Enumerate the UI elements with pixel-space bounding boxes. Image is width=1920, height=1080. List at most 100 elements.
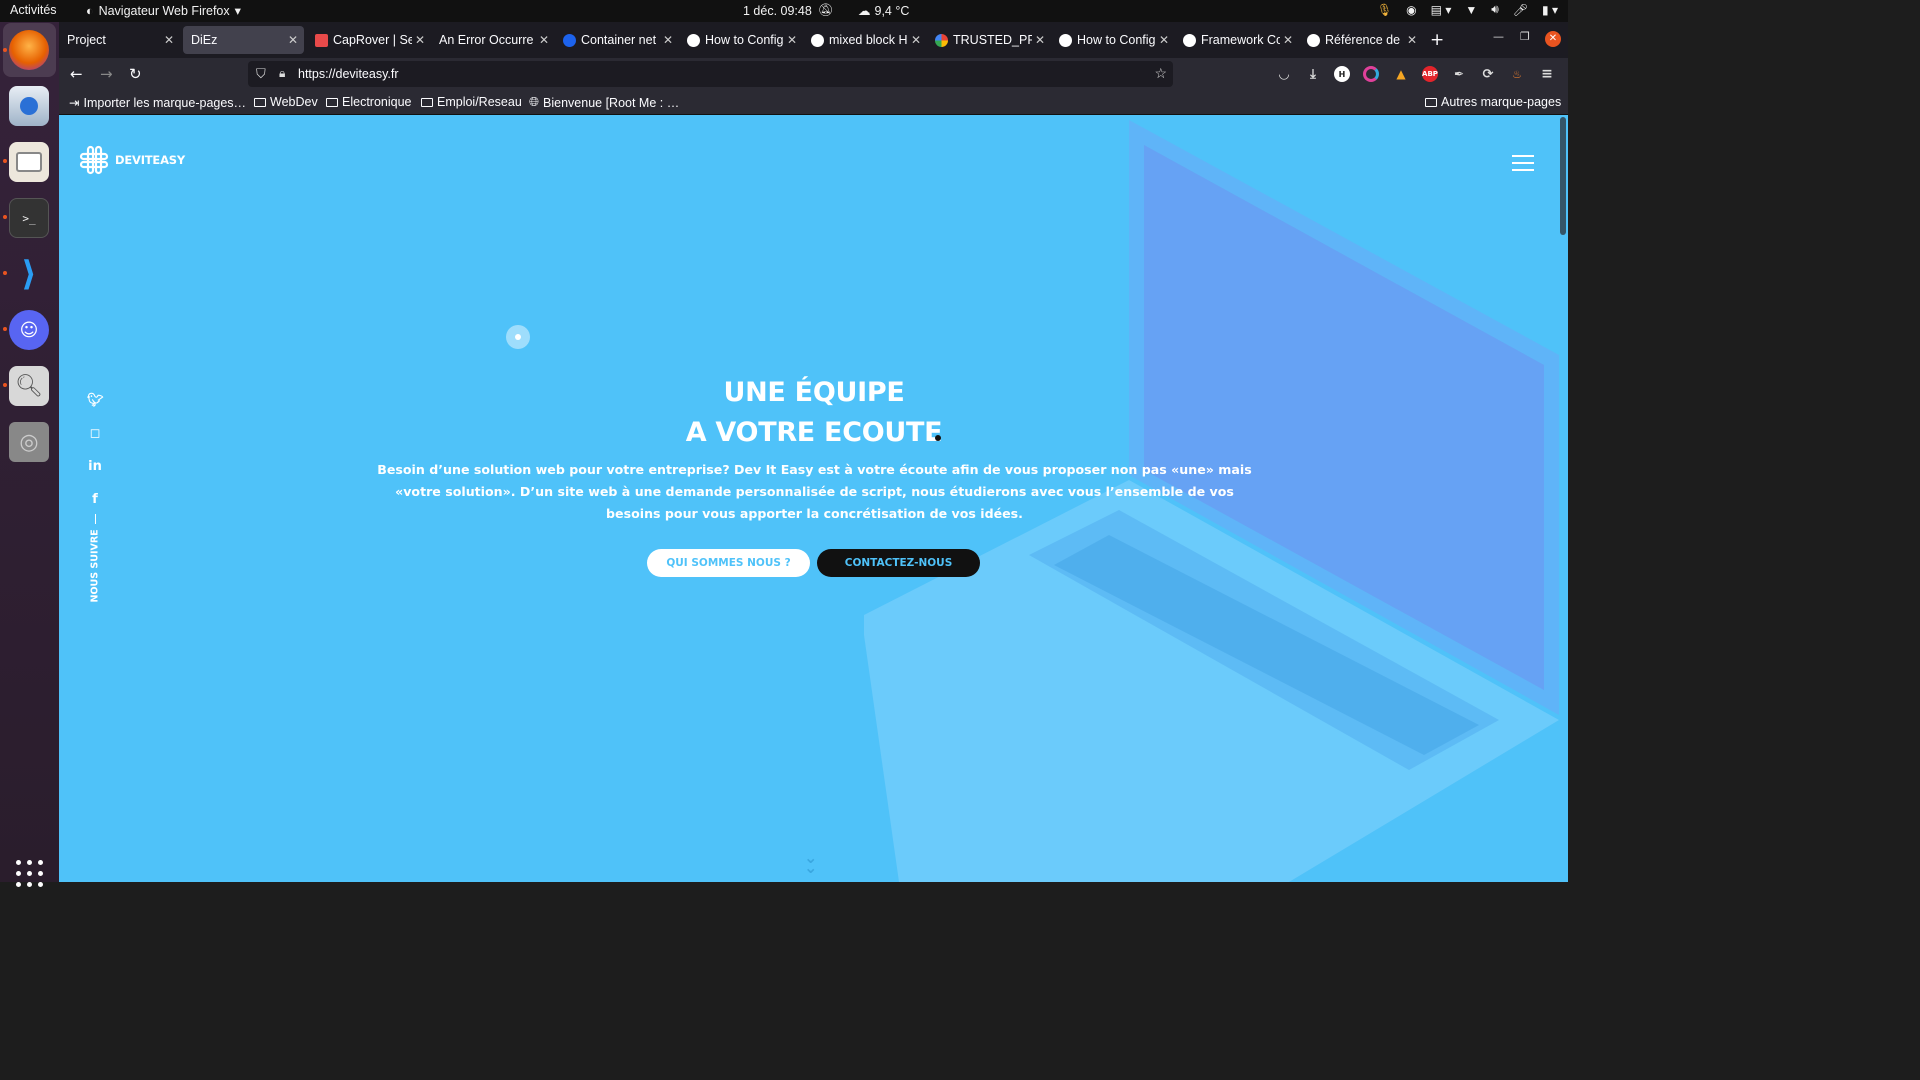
discord-tray-icon[interactable]: ◉ <box>1406 3 1416 17</box>
clipboard-icon[interactable]: ▤ ▾ <box>1431 3 1452 17</box>
discord-icon[interactable]: ☺ <box>9 310 49 350</box>
bookmark-label: Bienvenue [Root Me : … <box>543 95 680 110</box>
close-tab-icon[interactable]: ✕ <box>1283 33 1293 47</box>
files-icon[interactable] <box>9 142 49 182</box>
firefox-icon[interactable] <box>9 30 49 70</box>
hamburger-menu-icon[interactable] <box>1512 155 1534 176</box>
tracking-shield-icon[interactable]: ⛉ <box>256 66 266 82</box>
docker-icon <box>563 33 576 47</box>
system-tray[interactable]: 🎙︎ ◉ ▤ ▾ ▼ 🔊︎ 🎤︎ ▮ ▾ <box>1377 2 1558 17</box>
tab[interactable]: TRUSTED_PRO✕ <box>927 26 1051 54</box>
bookmark-other-folder[interactable]: Autres marque-pages <box>1425 95 1561 109</box>
reload-button[interactable]: ↻ <box>129 65 142 83</box>
forward-button[interactable]: → <box>100 65 113 83</box>
instagram-icon[interactable]: ◻ <box>87 426 103 459</box>
scroll-down-chevron-icon[interactable]: ⌄ ⌄ <box>804 850 817 876</box>
download-icon[interactable]: ⤓ <box>1305 66 1321 82</box>
terminal-icon[interactable]: >_ <box>9 198 49 238</box>
system-top-bar: Activités ◐ Navigateur Web Firefox ▾ 1 d… <box>0 0 1568 22</box>
tab[interactable]: How to Config ✕ <box>679 26 803 54</box>
tab[interactable]: Framework Co ✕ <box>1175 26 1299 54</box>
tab-title: How to Config <box>705 33 784 47</box>
page-scrollbar[interactable] <box>1560 117 1566 235</box>
maximize-button[interactable]: ❐ <box>1520 30 1530 43</box>
close-tab-icon[interactable]: ✕ <box>539 33 549 47</box>
running-indicator <box>3 271 7 275</box>
tab[interactable]: An Error Occurre ✕ <box>431 26 555 54</box>
url-bar[interactable]: ⛉ 🔒︎ https://deviteasy.fr ☆ <box>248 61 1173 87</box>
symfony-icon <box>1059 33 1072 47</box>
close-tab-icon[interactable]: ✕ <box>288 33 298 47</box>
tab[interactable]: CapRover | Se ✕ <box>307 26 431 54</box>
google-icon <box>935 33 948 47</box>
app-menu[interactable]: ◐ Navigateur Web Firefox ▾ <box>86 3 241 19</box>
sync-icon[interactable]: ⟳ <box>1480 66 1496 82</box>
running-indicator <box>3 215 7 219</box>
close-tab-icon[interactable]: ✕ <box>663 33 673 47</box>
bookmark-rootme[interactable]: 🌐︎ Bienvenue [Root Me : … <box>529 95 679 110</box>
bookmark-folder-emploi[interactable]: Emploi/Reseau <box>421 95 522 109</box>
lock-icon[interactable]: 🔒︎ <box>279 66 285 81</box>
extension-lamp-icon[interactable]: ▲ <box>1393 66 1409 82</box>
software-center-icon[interactable] <box>9 86 49 126</box>
twitter-icon[interactable]: 🐦︎ <box>87 393 104 426</box>
new-tab-button[interactable]: + <box>1430 30 1444 50</box>
image-viewer-icon[interactable]: 🔍︎ <box>9 366 49 406</box>
close-tab-icon[interactable]: ✕ <box>164 33 174 47</box>
tab[interactable]: Référence de ✕ <box>1299 26 1423 54</box>
weather[interactable]: ☁︎ 9,4 °C <box>858 3 909 19</box>
minimize-button[interactable]: — <box>1493 30 1504 43</box>
pocket-icon[interactable]: ◡ <box>1276 66 1292 82</box>
url-text[interactable]: https://deviteasy.fr <box>298 67 399 81</box>
extension-color-icon[interactable] <box>1363 66 1379 82</box>
back-button[interactable]: ← <box>70 65 83 83</box>
bookmark-folder-webdev[interactable]: WebDev <box>254 95 318 109</box>
bookmark-star-icon[interactable]: ☆ <box>1154 65 1167 82</box>
tab-title: mixed block H <box>829 33 908 47</box>
adblock-icon[interactable]: ABP <box>1422 66 1438 82</box>
tab[interactable]: mixed block H ✕ <box>803 26 927 54</box>
disk-icon[interactable]: ◎ <box>9 422 49 462</box>
bookmark-label: WebDev <box>270 95 318 109</box>
close-tab-icon[interactable]: ✕ <box>1407 33 1417 47</box>
vscode-icon[interactable]: ⟩ <box>9 254 49 294</box>
clock[interactable]: 1 déc. 09:48 🔕︎ <box>743 3 834 18</box>
bookmark-label: Emploi/Reseau <box>437 95 522 109</box>
show-applications-icon[interactable] <box>16 860 43 887</box>
close-tab-icon[interactable]: ✕ <box>911 33 921 47</box>
close-tab-icon[interactable]: ✕ <box>787 33 797 47</box>
tab-title: CapRover | Se <box>333 33 412 47</box>
menu-icon[interactable]: ≡ <box>1539 66 1555 82</box>
microphone-icon[interactable]: 🎙︎ <box>1377 3 1392 17</box>
close-tab-icon[interactable]: ✕ <box>415 33 425 47</box>
site-logo[interactable]: DEVITEASY <box>79 145 185 175</box>
tab[interactable]: Container net ✕ <box>555 26 679 54</box>
extension-orange-icon[interactable]: ♨ <box>1509 66 1525 82</box>
bookmark-import[interactable]: ⇥ Importer les marque-pages… <box>69 95 246 111</box>
hero-paragraph: Besoin d’une solution web pour votre ent… <box>377 462 1252 521</box>
contact-button[interactable]: CONTACTEZ-NOUS <box>817 549 980 577</box>
close-tab-icon[interactable]: ✕ <box>1159 33 1169 47</box>
tab[interactable]: Project ✕ <box>59 26 180 54</box>
github-icon <box>811 33 824 47</box>
hero-title-line2: A VOTRE ECOUTE <box>685 417 943 448</box>
folder-icon <box>1425 97 1437 107</box>
tab[interactable]: How to Config ✕ <box>1051 26 1175 54</box>
activities-button[interactable]: Activités <box>10 3 57 17</box>
facebook-icon[interactable]: f <box>87 492 103 514</box>
extension-h-icon[interactable]: H <box>1334 66 1350 82</box>
globe-icon: 🌐︎ <box>529 95 540 109</box>
about-button[interactable]: QUI SOMMES NOUS ? <box>647 549 810 577</box>
bookmark-folder-electronique[interactable]: Electronique <box>326 95 412 109</box>
tab-selected[interactable]: DiEz ✕ <box>183 26 304 54</box>
close-tab-icon[interactable]: ✕ <box>1035 33 1045 47</box>
tab-bar: Project ✕ DiEz ✕ CapRover | Se ✕ An Error O… <box>59 22 1568 58</box>
tab-title: TRUSTED_PRO <box>953 33 1032 47</box>
cursor-dot <box>935 435 941 441</box>
linkedin-icon[interactable]: in <box>87 459 103 492</box>
dock: >_ ⟩ ☺ 🔍︎ ◎ <box>0 22 59 887</box>
tab-title: DiEz <box>191 33 218 47</box>
extension-feather-icon[interactable]: ✒ <box>1451 66 1467 82</box>
close-window-button[interactable]: ✕ <box>1545 31 1561 47</box>
folder-icon <box>326 97 338 107</box>
